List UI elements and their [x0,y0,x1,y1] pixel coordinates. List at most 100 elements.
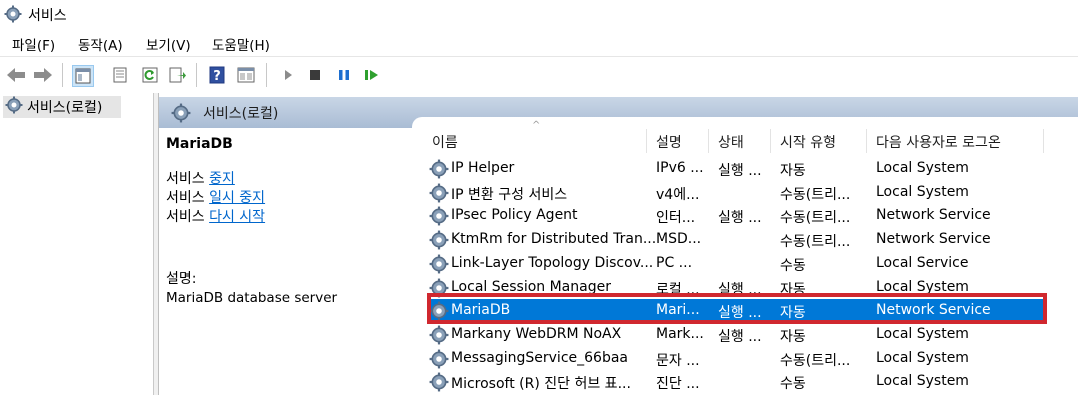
service-row[interactable]: MessagingService_66baa 문자 ... 수동(트리... Loca… [429,347,1044,370]
cell-startup-type: 수동(트리... [780,210,851,227]
help-icon[interactable]: ? [207,65,227,85]
services-gear-icon [4,5,22,27]
refresh-icon[interactable] [140,65,160,85]
column-divider[interactable] [646,129,647,153]
cell-name: Microsoft (R) 진단 허브 표... [451,376,631,393]
sort-caret-icon: ^ [532,120,541,131]
service-gear-icon [429,183,449,207]
export-list-icon[interactable] [168,65,188,85]
service-row[interactable]: IPsec Policy Agent 인터... 실행 ... 수동(트리... Net… [429,204,1044,227]
service-gear-icon [429,254,449,278]
cell-name: Link-Layer Topology Discov... [451,254,654,271]
pane-title: 서비스(로컬) [203,106,279,122]
cell-name: MessagingService_66baa [451,349,628,366]
cell-startup-type: 자동 [780,163,806,179]
cell-logon-as: Local System [876,325,969,342]
title-bar: 서비스 [0,0,1078,30]
cell-logon-as: Local System [876,183,969,200]
column-startup-type[interactable]: 시작 유형 [780,132,836,152]
action-prefix: 서비스 [166,190,210,206]
toolbar-separator [196,63,197,87]
svg-text:?: ? [213,69,221,84]
service-row[interactable]: IP Helper IPv6 ... 실행 ... 자동 Local System [429,157,1044,180]
action-prefix: 서비스 [166,171,210,187]
action-stop: 서비스 중지 [166,168,235,188]
service-row[interactable]: Markany WebDRM NoAX Mark... 실행 ... 자동 Local … [429,323,1044,346]
column-logon-as[interactable]: 다음 사용자로 로그온 [876,132,1001,152]
service-gear-icon [429,159,449,183]
cell-name: KtmRm for Distributed Tran... [451,231,657,248]
forward-arrow-icon[interactable] [33,65,53,85]
stop-service-link[interactable]: 중지 [209,171,235,187]
cell-startup-type: 수동 [780,376,806,393]
cell-description: 진단 ... [656,376,700,393]
action-pause: 서비스 일시 중지 [166,187,265,207]
menu-action[interactable]: 동작(A) [78,34,123,54]
column-divider[interactable] [866,129,867,153]
restart-service-link[interactable]: 다시 시작 [209,209,265,225]
toolbar: ? [0,56,1078,94]
cell-status: 실행 ... [718,328,762,345]
menu-file[interactable]: 파일(F) [12,34,55,54]
cell-startup-type: 수동(트리... [780,234,851,251]
pause-service-link[interactable]: 일시 중지 [209,190,265,206]
cell-startup-type: 수동(트리... [780,352,851,369]
service-row[interactable]: IP 변환 구성 서비스 v4에... 수동(트리... Local System [429,181,1044,204]
column-description[interactable]: 설명 [656,132,682,152]
service-gear-icon [429,349,449,373]
cell-logon-as: Network Service [876,207,991,224]
action-prefix: 서비스 [166,209,210,225]
stop-icon[interactable] [305,65,325,85]
column-header-row: ^ 이름 설명 상태 시작 유형 다음 사용자로 로그온 [412,117,1078,155]
service-gear-icon [429,230,449,254]
cell-logon-as: Local System [876,373,969,390]
cell-logon-as: Local System [876,349,969,366]
cell-status: 실행 ... [718,210,762,227]
cell-status: 실행 ... [718,163,762,179]
cell-startup-type: 수동(트리... [780,186,851,203]
toolbar-separator [62,63,63,87]
back-arrow-icon[interactable] [6,65,26,85]
cell-startup-type: 자동 [780,328,806,345]
services-gear-icon [5,96,23,118]
window-title: 서비스 [28,8,67,24]
toolbar-separator [266,63,267,87]
column-divider[interactable] [1043,129,1044,153]
service-gear-icon [429,372,449,396]
description-label: 설명: [166,271,197,287]
cell-logon-as: Local Service [876,254,969,271]
cell-description: 문자 ... [656,352,700,369]
cell-description: MSD... [656,231,702,248]
service-detail-panel: MariaDB 서비스 중지 서비스 일시 중지 서비스 다시 시작 설명: M… [159,128,412,395]
service-row[interactable]: KtmRm for Distributed Tran... MSD... 수동(트리… [429,228,1044,251]
description-text: MariaDB database server [166,290,338,306]
cell-description: PC ... [656,254,693,271]
cell-name: IP 변환 구성 서비스 [451,186,568,203]
services-pane: 서비스(로컬) MariaDB 서비스 중지 서비스 일시 중지 서비스 다시 … [158,93,1078,395]
menu-help[interactable]: 도움말(H) [212,34,270,54]
cell-description: IPv6 ... [656,160,704,176]
view-icon[interactable] [236,65,256,85]
tree-item-label: 서비스(로컬) [27,100,103,116]
selected-service-name: MariaDB [166,136,233,152]
service-row[interactable]: Link-Layer Topology Discov... PC ... 수동 Loc… [429,252,1044,275]
column-divider[interactable] [770,129,771,153]
properties-icon[interactable] [110,65,130,85]
services-gear-icon [171,103,191,127]
cell-description: Mark... [656,325,704,342]
column-divider[interactable] [708,129,709,153]
column-status[interactable]: 상태 [718,132,744,152]
start-icon[interactable] [278,65,298,85]
service-gear-icon [429,325,449,349]
pause-icon[interactable] [334,65,354,85]
service-row[interactable]: Microsoft (R) 진단 허브 표... 진단 ... 수동 Local Sy… [429,370,1044,393]
tree-item-services-local[interactable]: 서비스(로컬) [3,96,121,118]
highlight-box [427,293,1047,324]
menu-view[interactable]: 보기(V) [146,34,191,54]
resume-icon[interactable] [362,65,382,85]
column-name[interactable]: 이름 [432,132,458,152]
show-tree-icon[interactable] [72,65,94,87]
cell-description: v4에... [656,186,700,203]
cell-logon-as: Network Service [876,231,991,248]
service-gear-icon [429,206,449,230]
